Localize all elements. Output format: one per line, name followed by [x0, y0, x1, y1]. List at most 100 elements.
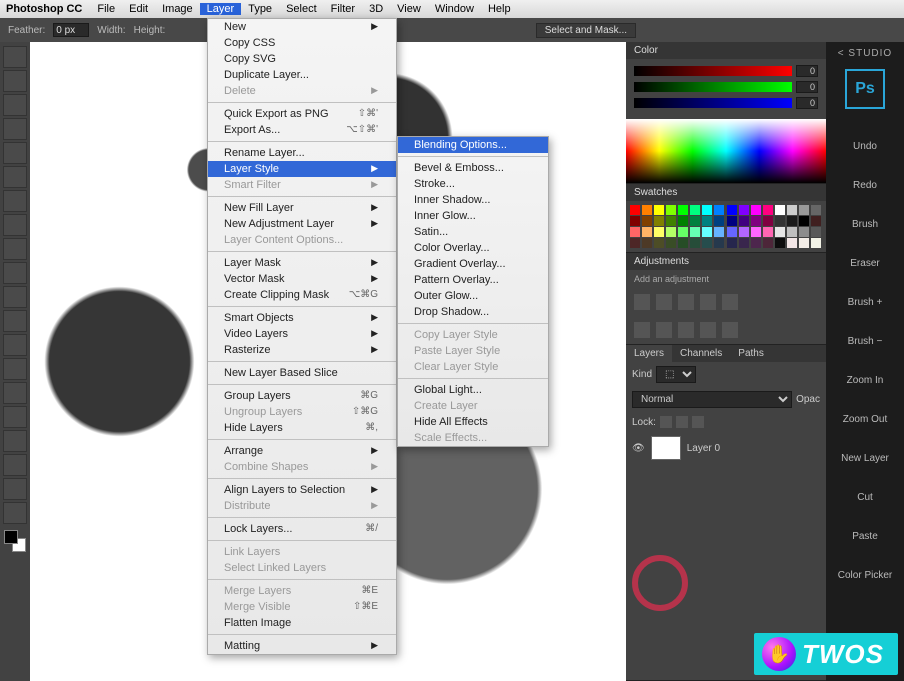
layer-menu-hide-layers[interactable]: Hide Layers⌘, — [208, 420, 396, 436]
photo-filter-icon[interactable] — [700, 322, 716, 338]
blue-value[interactable]: 0 — [796, 97, 818, 109]
path-selection-tool[interactable] — [3, 430, 27, 452]
color-panel-tab[interactable]: Color — [626, 42, 826, 59]
swatch[interactable] — [690, 227, 700, 237]
swatch[interactable] — [690, 216, 700, 226]
swatch[interactable] — [714, 216, 724, 226]
menubar-item-image[interactable]: Image — [155, 3, 200, 15]
green-slider[interactable] — [634, 82, 792, 92]
studio-new-layer[interactable]: New Layer — [838, 439, 892, 478]
swatch[interactable] — [811, 205, 821, 215]
lock-pixels-icon[interactable] — [660, 416, 672, 428]
swatch[interactable] — [702, 238, 712, 248]
swatch[interactable] — [763, 216, 773, 226]
foreground-background-colors[interactable] — [4, 530, 26, 552]
style-menu-color-overlay[interactable]: Color Overlay... — [398, 240, 548, 256]
style-menu-satin[interactable]: Satin... — [398, 224, 548, 240]
menubar-item-file[interactable]: File — [90, 3, 122, 15]
visibility-icon[interactable]: 👁 — [632, 443, 645, 454]
layer-menu-quick-export-as-png[interactable]: Quick Export as PNG⇧⌘' — [208, 106, 396, 122]
blue-slider[interactable] — [634, 98, 792, 108]
studio-brush-[interactable]: Brush − — [838, 322, 892, 361]
layer-row[interactable]: 👁 Layer 0 — [626, 432, 826, 464]
swatch[interactable] — [787, 205, 797, 215]
blend-mode-select[interactable]: Normal — [632, 391, 792, 408]
swatch[interactable] — [763, 238, 773, 248]
swatch[interactable] — [702, 205, 712, 215]
layer-menu-copy-css[interactable]: Copy CSS — [208, 35, 396, 51]
eyedropper-tool[interactable] — [3, 166, 27, 188]
swatch[interactable] — [654, 227, 664, 237]
clone-stamp-tool[interactable] — [3, 238, 27, 260]
brightness-contrast-icon[interactable] — [634, 294, 650, 310]
swatch[interactable] — [787, 238, 797, 248]
layer-menu-rename-layer[interactable]: Rename Layer... — [208, 145, 396, 161]
layer-thumbnail[interactable] — [651, 436, 681, 460]
layer-menu-lock-layers[interactable]: Lock Layers...⌘/ — [208, 521, 396, 537]
swatch[interactable] — [763, 205, 773, 215]
swatch[interactable] — [775, 238, 785, 248]
red-value[interactable]: 0 — [796, 65, 818, 77]
swatch[interactable] — [751, 238, 761, 248]
swatch[interactable] — [727, 238, 737, 248]
dodge-tool[interactable] — [3, 358, 27, 380]
red-slider[interactable] — [634, 66, 792, 76]
studio-zoom-out[interactable]: Zoom Out — [838, 400, 892, 439]
move-tool[interactable] — [3, 46, 27, 68]
swatch[interactable] — [799, 238, 809, 248]
hue-sat-icon[interactable] — [634, 322, 650, 338]
style-menu-bevel-emboss[interactable]: Bevel & Emboss... — [398, 160, 548, 176]
menubar-item-edit[interactable]: Edit — [122, 3, 155, 15]
swatch[interactable] — [727, 205, 737, 215]
swatch[interactable] — [751, 227, 761, 237]
layer-menu-export-as[interactable]: Export As...⌥⇧⌘' — [208, 122, 396, 138]
feather-input[interactable] — [53, 23, 89, 37]
levels-icon[interactable] — [656, 294, 672, 310]
brush-tool[interactable] — [3, 214, 27, 236]
swatch[interactable] — [702, 216, 712, 226]
swatch[interactable] — [811, 216, 821, 226]
swatch[interactable] — [666, 205, 676, 215]
vibrance-icon[interactable] — [722, 294, 738, 310]
layer-menu-arrange[interactable]: Arrange▶ — [208, 443, 396, 459]
layer-menu-group-layers[interactable]: Group Layers⌘G — [208, 388, 396, 404]
style-menu-gradient-overlay[interactable]: Gradient Overlay... — [398, 256, 548, 272]
swatch[interactable] — [642, 238, 652, 248]
history-brush-tool[interactable] — [3, 262, 27, 284]
swatch[interactable] — [775, 205, 785, 215]
swatch[interactable] — [799, 227, 809, 237]
bw-icon[interactable] — [678, 322, 694, 338]
swatch[interactable] — [678, 205, 688, 215]
style-menu-outer-glow[interactable]: Outer Glow... — [398, 288, 548, 304]
select-and-mask-button[interactable]: Select and Mask... — [536, 23, 636, 38]
layer-menu-matting[interactable]: Matting▶ — [208, 638, 396, 654]
menubar-item-select[interactable]: Select — [279, 3, 324, 15]
style-menu-global-light[interactable]: Global Light... — [398, 382, 548, 398]
layer-menu-copy-svg[interactable]: Copy SVG — [208, 51, 396, 67]
swatches-panel-tab[interactable]: Swatches — [626, 184, 826, 201]
swatch[interactable] — [690, 205, 700, 215]
channels-tab[interactable]: Channels — [672, 345, 730, 362]
swatch[interactable] — [714, 205, 724, 215]
layer-menu-duplicate-layer[interactable]: Duplicate Layer... — [208, 67, 396, 83]
swatch[interactable] — [739, 238, 749, 248]
swatch[interactable] — [799, 205, 809, 215]
studio-zoom-in[interactable]: Zoom In — [838, 361, 892, 400]
exposure-icon[interactable] — [700, 294, 716, 310]
filter-kind-select[interactable]: ⬚ — [656, 366, 696, 383]
studio-redo[interactable]: Redo — [838, 166, 892, 205]
studio-undo[interactable]: Undo — [838, 127, 892, 166]
swatch[interactable] — [654, 216, 664, 226]
swatch[interactable] — [775, 216, 785, 226]
menubar-item-3d[interactable]: 3D — [362, 3, 390, 15]
swatch[interactable] — [763, 227, 773, 237]
adjustments-panel-tab[interactable]: Adjustments — [626, 253, 826, 270]
blur-tool[interactable] — [3, 334, 27, 356]
swatch[interactable] — [811, 238, 821, 248]
swatch[interactable] — [714, 227, 724, 237]
layer-menu-smart-objects[interactable]: Smart Objects▶ — [208, 310, 396, 326]
channel-mixer-icon[interactable] — [722, 322, 738, 338]
hand-tool[interactable] — [3, 478, 27, 500]
studio-eraser[interactable]: Eraser — [838, 244, 892, 283]
eraser-tool[interactable] — [3, 286, 27, 308]
